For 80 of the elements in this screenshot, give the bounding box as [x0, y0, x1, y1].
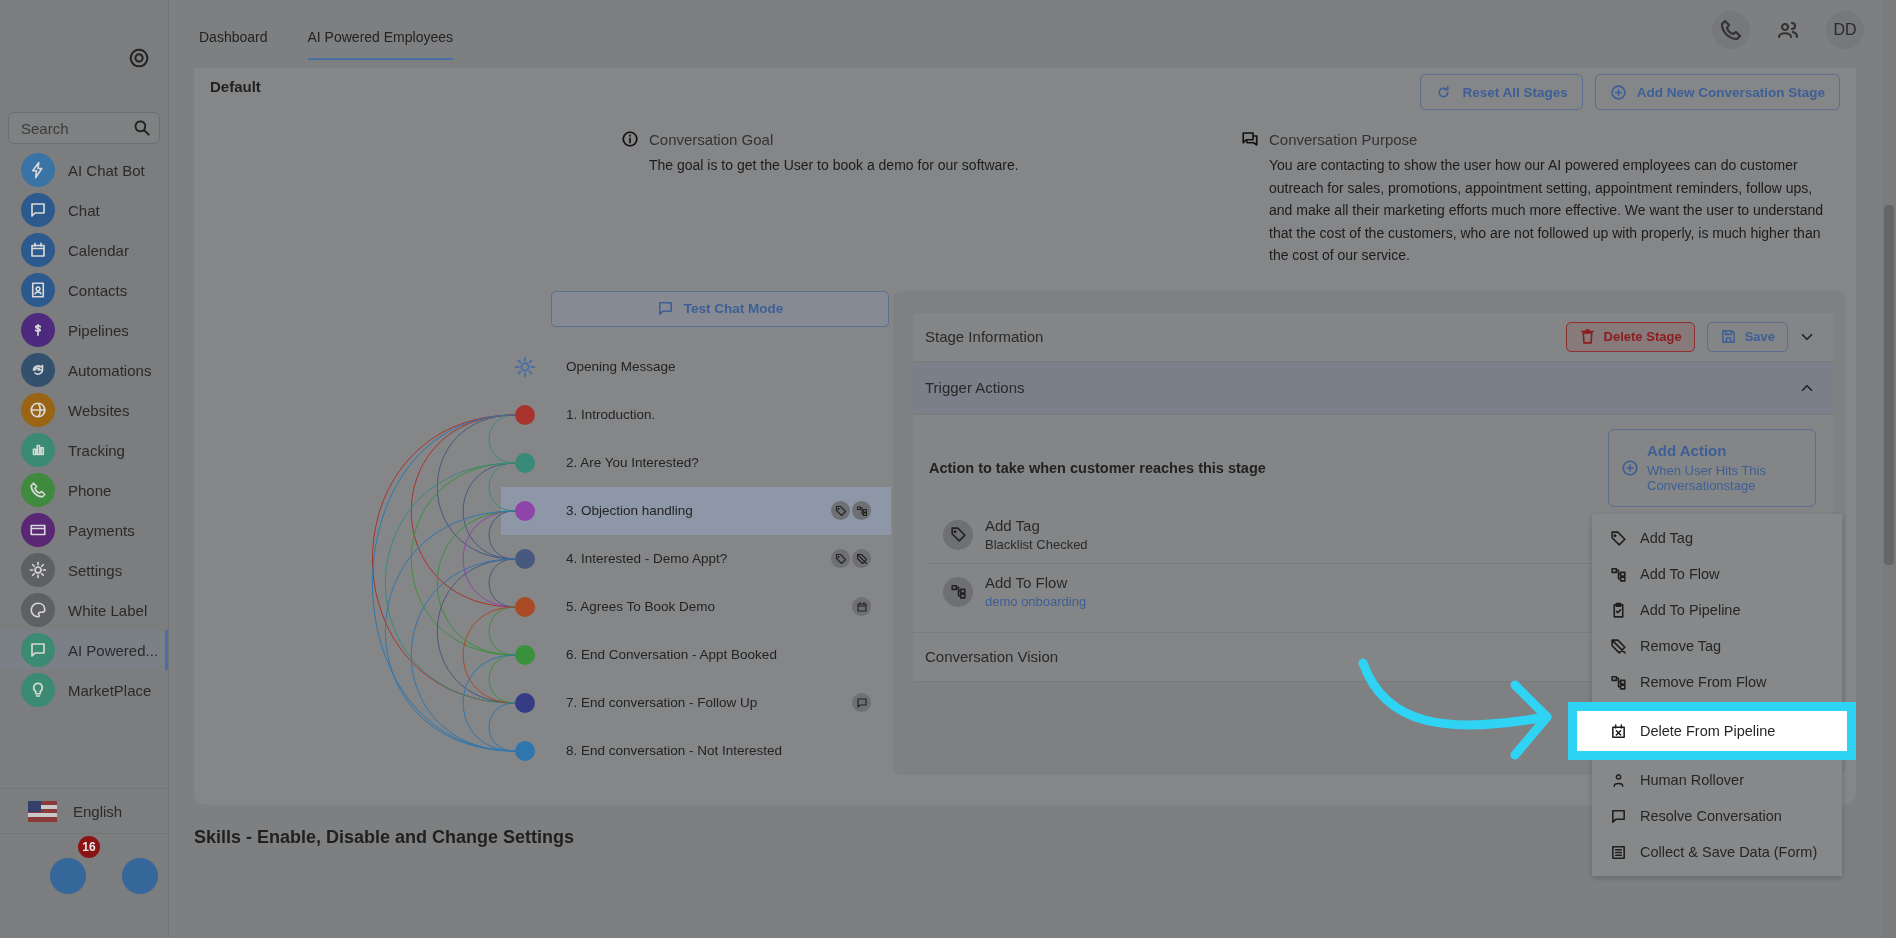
sidebar-item[interactable]: Pipelines [0, 310, 168, 350]
tag-off-badge [852, 549, 871, 568]
stage-item[interactable]: 2. Are You Interested? [501, 438, 891, 487]
menu-item[interactable]: Resolve Conversation [1592, 798, 1842, 834]
list-icon [1610, 843, 1627, 861]
stage-item[interactable]: 4. Interested - Demo Appt? [501, 534, 891, 583]
chat-icon [1241, 130, 1259, 148]
skills-heading: Skills - Enable, Disable and Change Settings [194, 826, 575, 848]
clipboard-icon [1610, 601, 1627, 619]
language-label[interactable]: English [73, 802, 123, 820]
stage-item[interactable]: 3. Objection handling [501, 486, 891, 535]
tag-badge [831, 549, 850, 568]
section-label: Conversation Purpose [1269, 130, 1418, 148]
stage-item[interactable]: 6. End Conversation - Appt Booked [501, 630, 891, 679]
phone-button[interactable] [1712, 11, 1750, 49]
stage-item[interactable]: Opening Message [501, 342, 891, 391]
tab[interactable]: AI Powered Employees [307, 29, 454, 60]
flow-icon [1610, 673, 1627, 691]
menu-item[interactable]: Human Rollover [1592, 762, 1842, 798]
menu-item[interactable]: Add To Flow [1592, 556, 1842, 592]
calendar-badge [852, 597, 871, 616]
trash-icon [1578, 328, 1596, 345]
flag-icon [28, 800, 57, 822]
menu-item[interactable]: Add To Pipeline [1592, 592, 1842, 628]
scrollbar[interactable] [1882, 0, 1896, 938]
sidebar-item[interactable]: MarketPlace [0, 670, 168, 710]
accordion-title: Stage Information [925, 328, 1044, 345]
actions-heading: Action to take when customer reaches this stage [929, 459, 1266, 476]
flow-badge [852, 501, 871, 520]
tag-badge [831, 501, 850, 520]
sidebar-item[interactable]: Chat [0, 190, 168, 230]
sidebar-item[interactable]: Settings [0, 550, 168, 590]
record-icon[interactable] [128, 47, 150, 69]
menu-item[interactable]: Collect & Save Data (Form) [1592, 834, 1842, 870]
search-icon[interactable] [132, 118, 152, 138]
test-chat-button[interactable]: Test Chat Mode [551, 290, 889, 327]
accordion-title: Conversation Vision [925, 648, 1059, 665]
sidebar-item[interactable]: Phone [0, 470, 168, 510]
calendar-x-icon [1610, 722, 1627, 740]
sidebar-item[interactable]: Contacts [0, 270, 168, 310]
stage-item[interactable]: 1. Introduction. [501, 390, 891, 439]
action-detail: Blacklist Checked [985, 537, 1088, 552]
sidebar-item[interactable]: AI Powered... [0, 630, 168, 670]
sidebar-item[interactable]: White Label [0, 590, 168, 630]
accordion-title: Trigger Actions [925, 379, 1025, 396]
chat-icon [656, 300, 674, 317]
phone-icon[interactable] [1719, 18, 1743, 42]
section-title: Default [210, 78, 261, 95]
flow-icon [943, 576, 973, 607]
description-text: The goal is to get the User to book a demo for our software. [649, 156, 1020, 175]
chat-badge [852, 693, 871, 712]
chat-icon [1610, 807, 1627, 825]
stage-item[interactable]: 8. End conversation - Not Interested [501, 726, 891, 775]
accordion-header[interactable]: Stage Information Delete Stage Save [913, 312, 1834, 362]
tag-icon [1610, 529, 1627, 547]
tag-off-icon [1610, 637, 1627, 655]
stage-item[interactable]: 7. End conversation - Follow Up [501, 678, 891, 727]
save-icon [1719, 328, 1737, 345]
info-icon [621, 130, 639, 148]
delete-stage-button[interactable]: Delete Stage [1565, 321, 1695, 352]
section-label: Conversation Goal [649, 130, 774, 148]
accordion-header[interactable]: Trigger Actions [913, 361, 1834, 415]
tag-icon [943, 519, 973, 550]
stage-item[interactable]: 5. Agrees To Book Demo [501, 582, 891, 631]
search-field[interactable]: Search [8, 112, 160, 144]
sidebar-item[interactable]: Tracking [0, 430, 168, 470]
sidebar-item[interactable]: Websites [0, 390, 168, 430]
tab[interactable]: Dashboard [199, 29, 268, 60]
sidebar-item[interactable]: AI Chat Bot [0, 150, 168, 190]
flow-icon [1610, 565, 1627, 583]
menu-item[interactable]: Delete From Pipeline [1568, 702, 1856, 760]
sidebar-item[interactable]: Calendar [0, 230, 168, 270]
sidebar-item[interactable]: Payments [0, 510, 168, 550]
action-title: Add To Flow [985, 574, 1069, 591]
description-text: You are contacting to show the user how our AI powered employees can do customer outreach for sales, promotions, appointment setting, appointment reminders, follow ups, and make all their marketing efforts much more effective. We want the user to understand that the cost of the customers, who are not followed up with properly, is much higher than the cost of our service. [1269, 156, 1825, 265]
sidebar-item[interactable]: Automations [0, 350, 168, 390]
user-avatar[interactable]: DD [1826, 11, 1864, 49]
action-title: Add Tag [985, 517, 1041, 534]
notification-badge: 16 [78, 836, 100, 858]
menu-item[interactable]: Add Tag [1592, 520, 1842, 556]
